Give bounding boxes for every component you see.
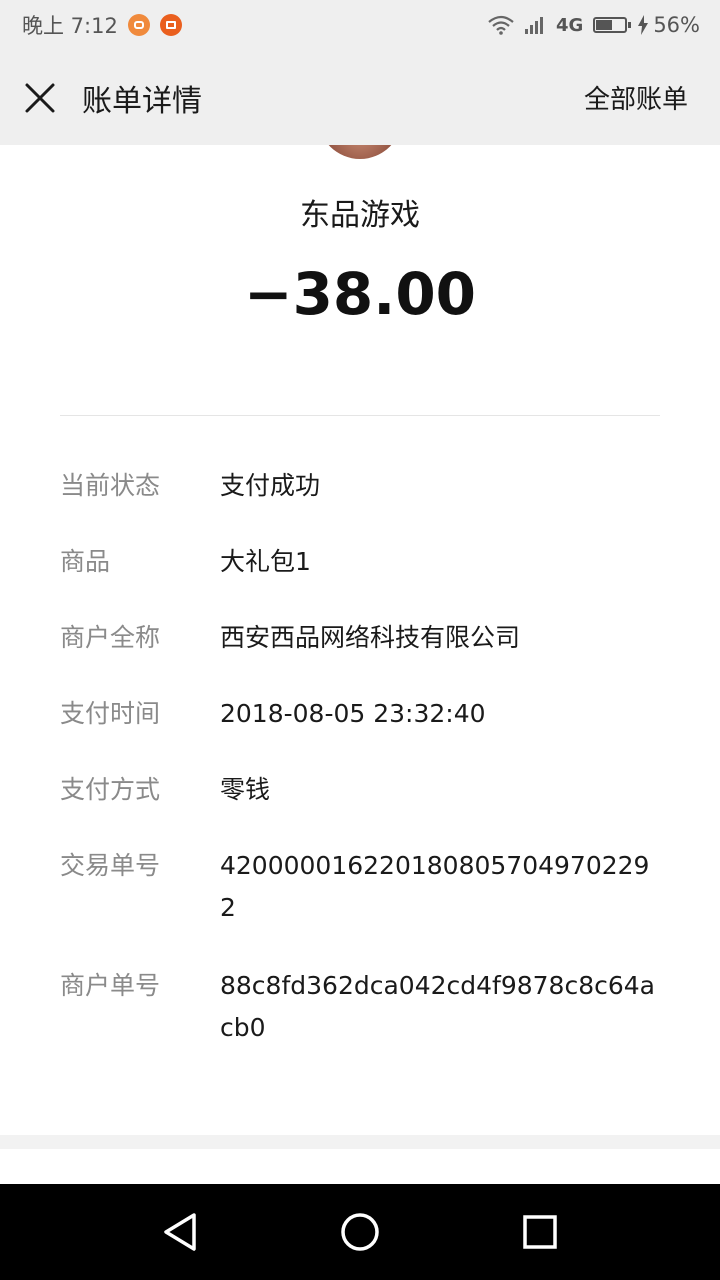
detail-label: 支付时间 xyxy=(60,699,161,728)
status-right: 4G 56% xyxy=(488,13,700,37)
back-button[interactable] xyxy=(150,1202,210,1262)
detail-row-status: 当前状态 支付成功 xyxy=(60,465,660,541)
home-button[interactable] xyxy=(330,1202,390,1262)
detail-label: 商品 xyxy=(60,547,111,576)
detail-row-pay-time: 支付时间 2018-08-05 23:32:40 xyxy=(60,693,660,769)
bill-content: 东品游戏 −38.00 当前状态 支付成功 商品 大礼包1 商户全称 西安西品网… xyxy=(0,145,720,1135)
wifi-icon xyxy=(488,15,514,35)
detail-row-merchant-fullname: 商户全称 西安西品网络科技有限公司 xyxy=(60,617,660,693)
battery-percent: 56% xyxy=(653,13,700,37)
merchant-name: 东品游戏 xyxy=(300,198,420,233)
detail-label: 当前状态 xyxy=(60,471,161,500)
recents-square-icon xyxy=(523,1215,557,1249)
section-separator xyxy=(0,1135,720,1149)
home-circle-icon xyxy=(341,1213,379,1251)
system-navigation-bar xyxy=(0,1184,720,1280)
close-button[interactable] xyxy=(0,50,80,145)
battery-icon xyxy=(593,17,632,33)
page-title: 账单详情 xyxy=(82,83,202,119)
status-left: 晚上 7:12 xyxy=(22,10,182,40)
detail-value: 西安西品网络科技有限公司 xyxy=(220,623,521,652)
next-section xyxy=(0,1149,720,1184)
network-type: 4G xyxy=(556,14,584,36)
detail-value: 大礼包1 xyxy=(220,547,311,576)
message-notification-icon xyxy=(127,14,150,36)
detail-label: 交易单号 xyxy=(60,851,161,880)
detail-row-pay-method: 支付方式 零钱 xyxy=(60,769,660,845)
status-time: 晚上 7:12 xyxy=(22,14,118,38)
detail-list: 当前状态 支付成功 商品 大礼包1 商户全称 西安西品网络科技有限公司 支付时间… xyxy=(60,465,660,1055)
status-bar: 晚上 7:12 4G 56% xyxy=(0,0,720,50)
detail-row-product: 商品 大礼包1 xyxy=(60,541,660,617)
detail-value[interactable]: 4200000162201808057049702292 xyxy=(220,845,660,965)
recents-button[interactable] xyxy=(510,1202,570,1262)
header-bar: 账单详情 全部账单 xyxy=(0,50,720,145)
detail-label: 商户全称 xyxy=(60,623,161,652)
detail-label: 支付方式 xyxy=(60,775,161,804)
charging-icon xyxy=(638,15,649,35)
detail-value: 支付成功 xyxy=(220,471,321,500)
merchant-avatar xyxy=(318,145,402,159)
detail-value[interactable]: 88c8fd362dca042cd4f9878c8c64acb0 xyxy=(220,965,660,1055)
detail-value: 零钱 xyxy=(220,775,271,804)
close-icon xyxy=(25,83,55,112)
payment-amount: −38.00 xyxy=(243,260,477,328)
app-notification-icon xyxy=(159,14,182,36)
detail-row-transaction-id: 交易单号 4200000162201808057049702292 xyxy=(60,845,660,965)
detail-label: 商户单号 xyxy=(60,971,161,1000)
divider xyxy=(60,415,660,416)
detail-row-merchant-order-id: 商户单号 88c8fd362dca042cd4f9878c8c64acb0 xyxy=(60,965,660,1055)
back-triangle-icon xyxy=(164,1213,196,1251)
signal-icon xyxy=(525,17,543,34)
detail-value: 2018-08-05 23:32:40 xyxy=(220,699,486,728)
all-bills-link[interactable]: 全部账单 xyxy=(584,79,688,116)
